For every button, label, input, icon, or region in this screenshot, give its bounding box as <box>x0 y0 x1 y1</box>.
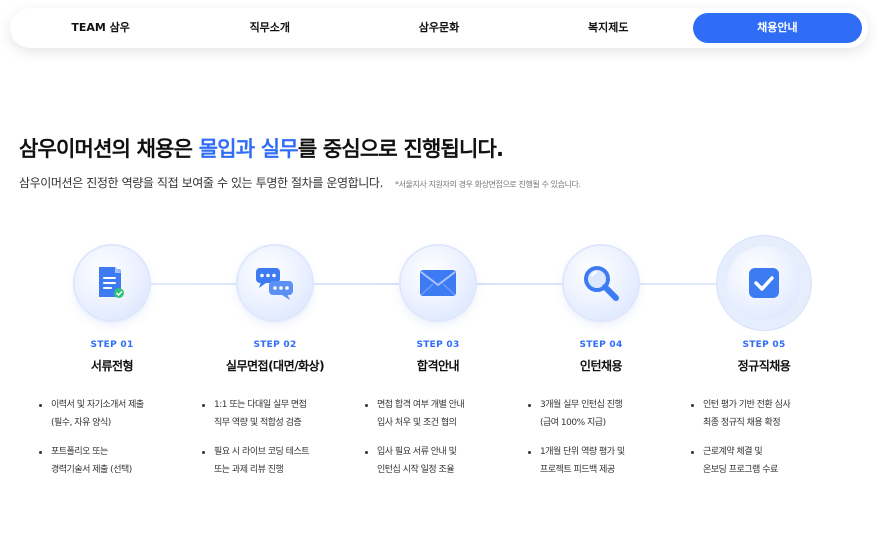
step-01-badge <box>75 246 149 320</box>
subline: 삼우이머션은 진정한 역량을 직접 보여줄 수 있는 투명한 절차를 운영합니다… <box>19 174 581 191</box>
page-description: 삼우이머션은 진정한 역량을 직접 보여줄 수 있는 투명한 절차를 운영합니다… <box>19 176 383 190</box>
step-01-bullets: 이력서 및 자기소개서 제출 (필수, 자유 양식) 포트폴리오 또는 경력기술서 … <box>37 396 187 490</box>
list-item: 포트폴리오 또는 경력기술서 제출 (선택) <box>37 443 187 479</box>
step-03: STEP 03 합격안내 면접 합격 여부 개별 안내 입사 처우 및 조건 협의… <box>353 246 523 490</box>
step-02-badge <box>238 246 312 320</box>
step-04-badge <box>564 246 638 320</box>
page-note: *서울지사 지원자의 경우 화상면접으로 진행될 수 있습니다. <box>395 180 581 189</box>
step-05-label: STEP 05 <box>742 340 786 350</box>
step-05-bullets: 인턴 평가 기반 전환 심사 최종 정규직 채용 확정 근로계약 체결 및 온보딩 … <box>689 396 839 490</box>
tab-culture[interactable]: 삼우문화 <box>354 13 523 43</box>
step-03-title: 합격안내 <box>416 359 460 373</box>
list-item: 1개월 단위 역량 평가 및 프로젝트 피드백 제공 <box>526 443 676 479</box>
tab-job-intro[interactable]: 직무소개 <box>185 13 354 43</box>
step-04-title: 인턴채용 <box>579 359 623 373</box>
checkbox-icon <box>749 268 779 298</box>
list-item: 1:1 또는 다대일 실무 면접 직무 역량 및 적합성 검증 <box>200 396 350 432</box>
list-item: 인턴 평가 기반 전환 심사 최종 정규직 채용 확정 <box>689 396 839 432</box>
step-04-bullets: 3개월 실무 인턴십 진행 (급여 100% 지급) 1개월 단위 역량 평가 및… <box>526 396 676 490</box>
chat-bubbles-icon <box>256 268 293 300</box>
step-04-label: STEP 04 <box>579 340 623 350</box>
step-02-bullets: 1:1 또는 다대일 실무 면접 직무 역량 및 적합성 검증 필요 시 라이브 … <box>200 396 350 490</box>
headline-part-2: 를 중심으로 진행됩니다. <box>297 137 504 161</box>
tab-recruitment[interactable]: 채용안내 <box>692 13 863 43</box>
step-03-label: STEP 03 <box>416 340 460 350</box>
list-item: 필요 시 라이브 코딩 테스트 또는 과제 리뷰 진행 <box>200 443 350 479</box>
section-tab-bar: TEAM 삼우 직무소개 삼우문화 복지제도 채용안내 <box>10 8 868 48</box>
page-headline: 삼우이머션의 채용은 몰입과 실무를 중심으로 진행됩니다. <box>19 133 504 163</box>
list-item: 3개월 실무 인턴십 진행 (급여 100% 지급) <box>526 396 676 432</box>
step-01-title: 서류전형 <box>90 359 134 373</box>
tab-team-samwoo[interactable]: TEAM 삼우 <box>16 13 185 43</box>
tab-welfare[interactable]: 복지제도 <box>524 13 693 43</box>
step-05-badge <box>727 246 801 320</box>
document-icon <box>99 267 124 298</box>
headline-accent: 몰입과 실무 <box>198 137 299 161</box>
magnifier-icon <box>584 266 619 301</box>
list-item: 근로계약 체결 및 온보딩 프로그램 수료 <box>689 443 839 479</box>
envelope-icon <box>420 270 456 296</box>
headline-part-1: 삼우이머션의 채용은 <box>19 137 199 161</box>
list-item: 이력서 및 자기소개서 제출 (필수, 자유 양식) <box>37 396 187 432</box>
step-02: STEP 02 실무면접(대면/화상) 1:1 또는 다대일 실무 면접 직무 역… <box>190 246 360 490</box>
step-02-title: 실무면접(대면/화상) <box>225 359 325 373</box>
step-03-badge <box>401 246 475 320</box>
step-04: STEP 04 인턴채용 3개월 실무 인턴십 진행 (급여 100% 지급) 1… <box>516 246 686 490</box>
step-02-label: STEP 02 <box>253 340 297 350</box>
list-item: 면접 합격 여부 개별 안내 입사 처우 및 조건 협의 <box>363 396 513 432</box>
step-05-title: 정규직채용 <box>737 359 791 373</box>
step-01-label: STEP 01 <box>90 340 134 350</box>
list-item: 입사 필요 서류 안내 및 인턴십 시작 일정 조율 <box>363 443 513 479</box>
step-03-bullets: 면접 합격 여부 개별 안내 입사 처우 및 조건 협의 입사 필요 서류 안내 … <box>363 396 513 490</box>
step-05: STEP 05 정규직채용 인턴 평가 기반 전환 심사 최종 정규직 채용 확정… <box>679 246 849 490</box>
step-01: STEP 01 서류전형 이력서 및 자기소개서 제출 (필수, 자유 양식) 포… <box>27 246 197 490</box>
